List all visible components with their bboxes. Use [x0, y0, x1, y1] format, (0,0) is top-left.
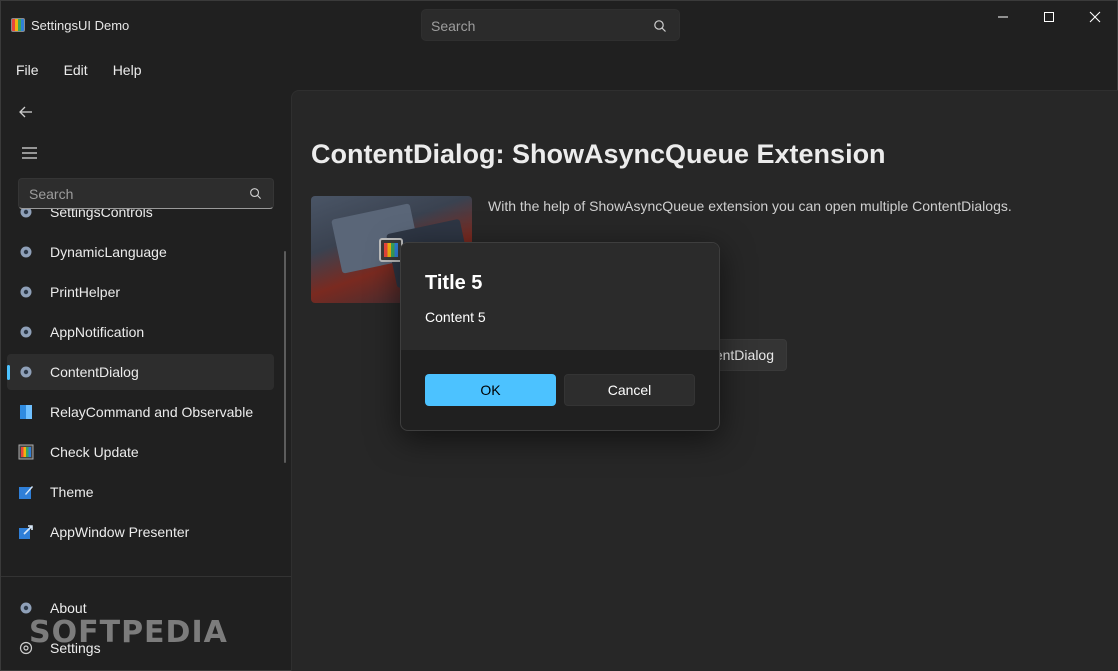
title-bar[interactable]: SettingsUI Demo Search	[1, 1, 1117, 49]
window-icon	[19, 525, 33, 539]
nav-item-label: DynamicLanguage	[50, 244, 167, 260]
nav-search-placeholder: Search	[29, 186, 74, 202]
nav-item-label: Check Update	[50, 444, 139, 460]
theme-icon	[19, 486, 33, 499]
search-icon	[250, 188, 262, 200]
ok-button-label: OK	[480, 382, 501, 398]
minimize-button[interactable]	[980, 1, 1026, 33]
nav-item-settingscontrols[interactable]: SettingsControls	[7, 209, 274, 230]
minimize-icon	[998, 16, 1008, 18]
dialog-body: Title 5 Content 5	[401, 243, 719, 350]
gear-icon	[20, 246, 32, 258]
nav-item-appnotification[interactable]: AppNotification	[7, 314, 274, 350]
content-dialog: Title 5 Content 5 OK Cancel	[400, 242, 720, 431]
nav-footer-divider	[1, 576, 291, 577]
app-logo-icon	[11, 18, 25, 32]
title-search-box[interactable]: Search	[421, 9, 680, 41]
page-description: With the help of ShowAsyncQueue extensio…	[488, 198, 1012, 214]
nav-item-label: About	[50, 600, 87, 616]
navigation-pane: Search SettingsControls DynamicLanguage …	[1, 91, 291, 671]
gear-icon	[20, 366, 32, 378]
page-title: ContentDialog: ShowAsyncQueue Extension	[311, 139, 886, 169]
gear-icon	[20, 602, 32, 614]
nav-item-relaycommand[interactable]: RelayCommand and Observable	[7, 394, 274, 430]
nav-item-label: ContentDialog	[50, 364, 139, 380]
menu-edit[interactable]: Edit	[64, 57, 88, 85]
nav-item-dynamiclanguage[interactable]: DynamicLanguage	[7, 234, 274, 270]
menu-file[interactable]: File	[16, 57, 39, 85]
dialog-content: Content 5	[425, 309, 486, 325]
nav-item-label: PrintHelper	[50, 284, 121, 300]
nav-item-label: RelayCommand and Observable	[50, 404, 254, 420]
nav-item-printhelper[interactable]: PrintHelper	[7, 274, 274, 310]
gear-icon	[20, 286, 32, 298]
nav-item-label: SettingsControls	[50, 209, 153, 220]
selection-indicator	[7, 365, 10, 380]
gear-icon	[20, 209, 32, 218]
app-window: SettingsUI Demo Search File Edit Help Se…	[0, 0, 1118, 671]
close-button[interactable]	[1072, 1, 1118, 33]
watermark: SOFTPEDIA	[29, 615, 228, 650]
dialog-title: Title 5	[425, 272, 483, 294]
maximize-icon	[1044, 12, 1054, 22]
menu-help[interactable]: Help	[113, 57, 142, 85]
nav-item-label: AppWindow Presenter	[50, 524, 190, 540]
nav-scrollbar[interactable]	[284, 251, 286, 463]
nav-item-theme[interactable]: Theme	[7, 474, 274, 510]
title-search-placeholder: Search	[431, 18, 476, 34]
nav-item-list[interactable]: SettingsControls DynamicLanguage PrintHe…	[1, 209, 291, 567]
app-icon	[18, 444, 34, 460]
close-icon	[1089, 11, 1101, 23]
maximize-button[interactable]	[1026, 1, 1072, 33]
nav-item-label: Theme	[50, 484, 94, 500]
hamburger-menu-icon[interactable]	[17, 143, 41, 163]
gear-icon	[20, 326, 32, 338]
cancel-button-label: Cancel	[607, 382, 652, 398]
cancel-button[interactable]: Cancel	[564, 374, 695, 406]
nav-item-contentdialog[interactable]: ContentDialog	[7, 354, 274, 390]
ok-button[interactable]: OK	[425, 374, 556, 406]
menu-bar: File Edit Help	[1, 57, 151, 85]
app-title: SettingsUI Demo	[31, 18, 130, 33]
nav-item-label: AppNotification	[50, 324, 145, 340]
nav-item-appwindow-presenter[interactable]: AppWindow Presenter	[7, 514, 274, 550]
back-arrow-icon[interactable]	[15, 101, 37, 123]
nav-search-box[interactable]: Search	[18, 178, 274, 209]
nav-item-check-update[interactable]: Check Update	[7, 434, 274, 470]
document-icon	[20, 405, 32, 419]
search-icon	[654, 20, 666, 32]
